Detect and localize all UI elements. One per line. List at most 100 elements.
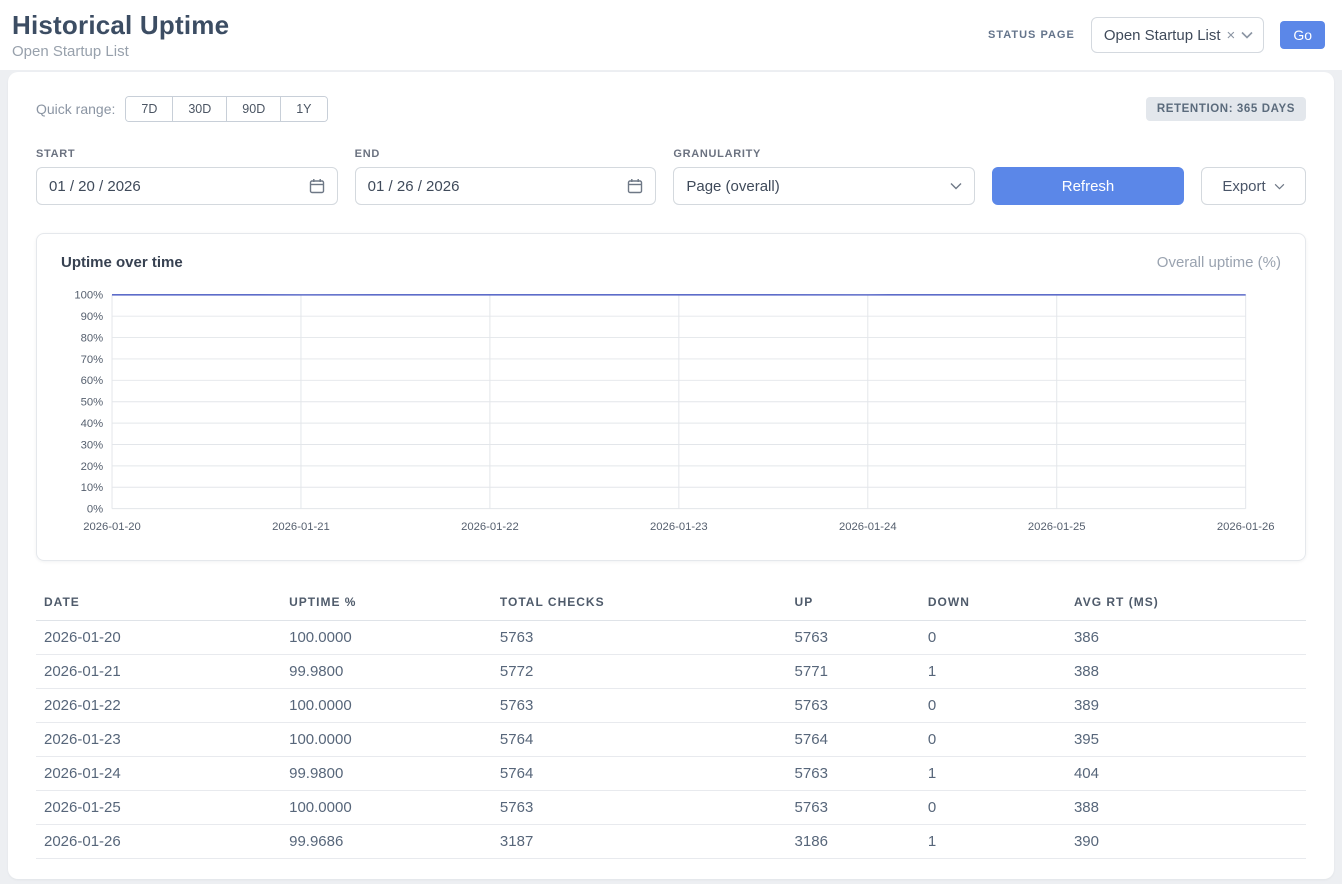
calendar-icon[interactable]	[309, 178, 325, 194]
chart-card: Uptime over time Overall uptime (%) 0%10…	[36, 233, 1306, 561]
status-page-value: Open Startup List	[1104, 27, 1221, 44]
table-cell: 5763	[787, 756, 920, 790]
chart-title: Uptime over time	[61, 254, 183, 271]
table-cell: 386	[1066, 620, 1306, 654]
table-cell: 0	[920, 790, 1066, 824]
table-cell: 5764	[787, 722, 920, 756]
quick-range-30d-button[interactable]: 30D	[173, 97, 227, 121]
table-cell: 5763	[492, 620, 787, 654]
refresh-button[interactable]: Refresh	[992, 167, 1184, 205]
end-date-value: 01 / 26 / 2026	[368, 178, 460, 195]
svg-text:20%: 20%	[81, 461, 104, 473]
start-date-input[interactable]: 01 / 20 / 2026	[36, 167, 338, 205]
table-row: 2026-01-26 99.9686 3187 3186 1 390	[36, 824, 1306, 858]
table-cell: 100.0000	[281, 688, 492, 722]
chevron-down-icon	[1274, 183, 1285, 190]
table-cell: 100.0000	[281, 722, 492, 756]
status-page-label: STATUS PAGE	[988, 29, 1075, 41]
svg-text:2026-01-20: 2026-01-20	[83, 521, 141, 533]
svg-text:50%: 50%	[81, 397, 104, 409]
granularity-select[interactable]: Page (overall)	[673, 167, 975, 205]
table-cell: 395	[1066, 722, 1306, 756]
quick-range-1y-button[interactable]: 1Y	[281, 97, 326, 121]
table-cell: 3186	[787, 824, 920, 858]
svg-text:90%: 90%	[81, 311, 104, 323]
table-cell: 5772	[492, 654, 787, 688]
chart-header: Uptime over time Overall uptime (%)	[61, 254, 1281, 271]
page-header: Historical Uptime Open Startup List STAT…	[0, 0, 1342, 70]
end-date-input[interactable]: 01 / 26 / 2026	[355, 167, 657, 205]
svg-text:2026-01-21: 2026-01-21	[272, 521, 330, 533]
status-page-select[interactable]: Open Startup List ×	[1091, 17, 1265, 53]
svg-text:80%: 80%	[81, 332, 104, 344]
table-cell: 99.9686	[281, 824, 492, 858]
filter-form: START 01 / 20 / 2026 END 01 / 26 / 2026 …	[36, 148, 1306, 205]
table-cell: 388	[1066, 790, 1306, 824]
go-button[interactable]: Go	[1280, 21, 1325, 49]
table-cell: 5763	[492, 790, 787, 824]
table-cell: 99.9800	[281, 756, 492, 790]
table-cell: 2026-01-23	[36, 722, 281, 756]
table-header: DATE UPTIME % TOTAL CHECKS UP DOWN AVG R…	[36, 585, 1306, 621]
table-cell: 0	[920, 620, 1066, 654]
table-cell: 1	[920, 756, 1066, 790]
table-cell: 2026-01-22	[36, 688, 281, 722]
header-actions: STATUS PAGE Open Startup List × Go	[988, 17, 1325, 53]
table-row: 2026-01-22 100.0000 5763 5763 0 389	[36, 688, 1306, 722]
column-header-date: DATE	[36, 585, 281, 621]
svg-text:2026-01-25: 2026-01-25	[1028, 521, 1086, 533]
table-cell: 2026-01-25	[36, 790, 281, 824]
svg-text:2026-01-24: 2026-01-24	[839, 521, 897, 533]
table-cell: 404	[1066, 756, 1306, 790]
table-cell: 2026-01-21	[36, 654, 281, 688]
column-header-uptime: UPTIME %	[281, 585, 492, 621]
table-cell: 99.9800	[281, 654, 492, 688]
export-button[interactable]: Export	[1201, 167, 1306, 205]
quick-range-7d-button[interactable]: 7D	[126, 97, 173, 121]
main-panel: Quick range: 7D 30D 90D 1Y RETENTION: 36…	[8, 72, 1334, 879]
svg-text:2026-01-22: 2026-01-22	[461, 521, 519, 533]
uptime-line-chart: 0%10%20%30%40%50%60%70%80%90%100%2026-01…	[61, 285, 1281, 542]
table-cell: 5763	[787, 688, 920, 722]
title-block: Historical Uptime Open Startup List	[12, 10, 229, 60]
export-button-label: Export	[1222, 178, 1265, 195]
retention-badge: RETENTION: 365 DAYS	[1146, 97, 1306, 121]
clear-selection-icon[interactable]: ×	[1227, 28, 1236, 43]
quick-range-label: Quick range:	[36, 101, 115, 117]
table-cell: 3187	[492, 824, 787, 858]
end-date-label: END	[355, 148, 657, 160]
table-cell: 5763	[787, 620, 920, 654]
column-header-avg-rt: AVG RT (MS)	[1066, 585, 1306, 621]
granularity-value: Page (overall)	[686, 178, 779, 195]
chevron-down-icon	[1241, 31, 1253, 39]
chart-legend: Overall uptime (%)	[1157, 254, 1281, 271]
table-row: 2026-01-25 100.0000 5763 5763 0 388	[36, 790, 1306, 824]
quick-range-group: 7D 30D 90D 1Y	[125, 96, 327, 122]
granularity-field: GRANULARITY Page (overall)	[673, 148, 975, 205]
svg-text:10%: 10%	[81, 482, 104, 494]
table-cell: 5763	[492, 688, 787, 722]
start-date-value: 01 / 20 / 2026	[49, 178, 141, 195]
quick-range-row: Quick range: 7D 30D 90D 1Y RETENTION: 36…	[36, 96, 1306, 122]
svg-text:40%: 40%	[81, 418, 104, 430]
end-date-field: END 01 / 26 / 2026	[355, 148, 657, 205]
table-row: 2026-01-23 100.0000 5764 5764 0 395	[36, 722, 1306, 756]
column-header-down: DOWN	[920, 585, 1066, 621]
table-cell: 0	[920, 722, 1066, 756]
table-row: 2026-01-24 99.9800 5764 5763 1 404	[36, 756, 1306, 790]
table-cell: 388	[1066, 654, 1306, 688]
uptime-table: DATE UPTIME % TOTAL CHECKS UP DOWN AVG R…	[36, 585, 1306, 859]
table-cell: 100.0000	[281, 790, 492, 824]
table-cell: 5764	[492, 756, 787, 790]
table-cell: 1	[920, 654, 1066, 688]
column-header-up: UP	[787, 585, 920, 621]
table-row: 2026-01-21 99.9800 5772 5771 1 388	[36, 654, 1306, 688]
start-date-field: START 01 / 20 / 2026	[36, 148, 338, 205]
quick-range-90d-button[interactable]: 90D	[227, 97, 281, 121]
calendar-icon[interactable]	[627, 178, 643, 194]
chevron-down-icon	[950, 182, 962, 190]
table-cell: 2026-01-20	[36, 620, 281, 654]
svg-text:60%: 60%	[81, 375, 104, 387]
svg-text:2026-01-26: 2026-01-26	[1217, 521, 1275, 533]
table-cell: 5771	[787, 654, 920, 688]
